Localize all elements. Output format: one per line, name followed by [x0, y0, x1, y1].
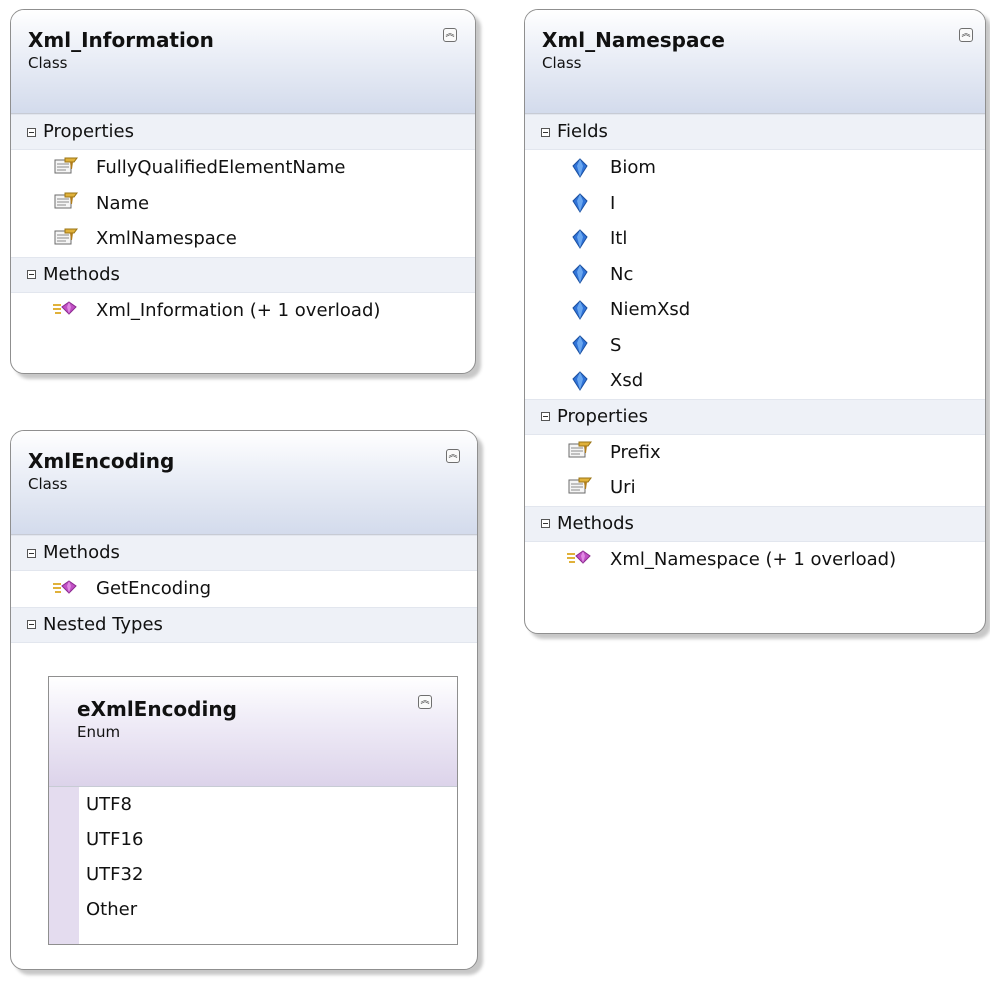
minus-box-icon[interactable]: [27, 548, 36, 558]
field-member[interactable]: I: [525, 186, 985, 222]
enum-value: UTF16: [86, 829, 144, 850]
property-member[interactable]: XmlNamespace: [11, 221, 475, 257]
class-header: Xml_Namespace Class ︽: [525, 10, 985, 114]
class-header: XmlEncoding Class ︽: [11, 431, 477, 535]
class-header: Xml_Information Class ︽: [11, 10, 475, 114]
member-label: Itl: [610, 228, 628, 250]
member-label: Xml_Information (+ 1 overload): [96, 299, 381, 321]
section-label: Fields: [557, 121, 608, 142]
section-fields[interactable]: Fields: [525, 114, 985, 150]
field-icon: [565, 192, 595, 214]
enum-stereotype: Enum: [77, 723, 121, 741]
class-box-xml-encoding[interactable]: XmlEncoding Class ︽ Methods GetEncoding …: [10, 430, 478, 970]
minus-box-icon[interactable]: [27, 620, 36, 629]
field-icon: [565, 228, 595, 250]
collapse-chevron-icon[interactable]: ︽: [446, 449, 460, 463]
member-label: I: [610, 192, 616, 214]
section-methods[interactable]: Methods: [11, 535, 477, 571]
class-box-xml-namespace[interactable]: Xml_Namespace Class ︽ Fields Biom I Itl Nc N…: [524, 9, 986, 634]
minus-box-icon[interactable]: [27, 270, 36, 279]
field-icon: [565, 370, 595, 392]
member-label: GetEncoding: [96, 578, 212, 600]
member-label: Name: [96, 192, 150, 214]
minus-box-icon[interactable]: [541, 127, 550, 137]
member-label: Prefix: [610, 441, 661, 463]
enum-value: UTF8: [86, 794, 132, 815]
class-name: XmlEncoding: [28, 449, 175, 473]
field-icon: [565, 334, 595, 356]
member-list: GetEncoding: [11, 571, 477, 607]
member-label: Xml_Namespace (+ 1 overload): [610, 548, 897, 570]
collapse-chevron-icon[interactable]: ︽: [959, 28, 973, 42]
member-list: Biom I Itl Nc NiemXsd S Xsd: [525, 150, 985, 399]
member-label: Nc: [610, 263, 634, 285]
method-icon: [51, 299, 81, 321]
member-label: FullyQualifiedElementName: [96, 157, 346, 179]
method-member[interactable]: Xml_Namespace (+ 1 overload): [525, 542, 985, 578]
section-methods[interactable]: Methods: [11, 256, 475, 293]
property-icon: [51, 157, 81, 179]
field-member[interactable]: Itl: [525, 221, 985, 257]
section-label: Properties: [43, 121, 134, 142]
section-label: Methods: [43, 263, 120, 285]
member-label: Uri: [610, 477, 636, 499]
enum-values: UTF8 UTF16 UTF32 Other: [49, 787, 457, 944]
field-member[interactable]: Nc: [525, 257, 985, 293]
property-member[interactable]: Name: [11, 186, 475, 222]
field-member[interactable]: S: [525, 328, 985, 364]
method-member[interactable]: GetEncoding: [11, 571, 477, 607]
field-member[interactable]: NiemXsd: [525, 292, 985, 328]
section-label: Methods: [43, 542, 120, 563]
class-stereotype: Class: [542, 54, 582, 72]
property-member[interactable]: FullyQualifiedElementName: [11, 150, 475, 186]
property-icon: [51, 192, 81, 214]
property-icon: [51, 228, 81, 250]
section-label: Properties: [557, 405, 648, 427]
class-name: Xml_Information: [28, 28, 214, 52]
class-name: Xml_Namespace: [542, 28, 725, 52]
field-member[interactable]: Xsd: [525, 363, 985, 399]
property-member[interactable]: Uri: [525, 470, 985, 506]
enum-box-exmlencoding[interactable]: eXmlEncoding Enum ︽ UTF8 UTF16 UTF32 Oth…: [48, 676, 458, 945]
section-label: Methods: [557, 512, 634, 534]
section-properties[interactable]: Properties: [525, 398, 985, 435]
member-list: Xml_Namespace (+ 1 overload): [525, 542, 985, 578]
member-list: Prefix Uri: [525, 435, 985, 506]
class-stereotype: Class: [28, 54, 68, 72]
enum-name: eXmlEncoding: [77, 697, 237, 721]
collapse-chevron-icon[interactable]: ︽: [418, 695, 432, 709]
property-member[interactable]: Prefix: [525, 435, 985, 471]
member-label: Biom: [610, 157, 656, 179]
section-label: Nested Types: [43, 613, 163, 635]
enum-header: eXmlEncoding Enum ︽: [49, 677, 457, 787]
minus-box-icon[interactable]: [541, 519, 550, 528]
property-icon: [565, 477, 595, 499]
field-member[interactable]: Biom: [525, 150, 985, 186]
collapse-chevron-icon[interactable]: ︽: [443, 28, 457, 42]
section-methods[interactable]: Methods: [525, 505, 985, 542]
member-list: Xml_Information (+ 1 overload): [11, 293, 475, 329]
member-label: S: [610, 334, 622, 356]
field-icon: [565, 263, 595, 285]
member-list: FullyQualifiedElementName Name XmlNamespac…: [11, 150, 475, 257]
member-label: NiemXsd: [610, 299, 691, 321]
enum-value: Other: [86, 899, 138, 920]
member-label: Xsd: [610, 370, 644, 392]
method-icon: [565, 548, 595, 570]
section-nested-types[interactable]: Nested Types: [11, 606, 477, 643]
member-label: XmlNamespace: [96, 228, 237, 250]
class-stereotype: Class: [28, 475, 68, 493]
property-icon: [565, 441, 595, 463]
minus-box-icon[interactable]: [27, 127, 36, 137]
class-box-xml-information[interactable]: Xml_Information Class ︽ Properties Fully…: [10, 9, 476, 374]
section-properties[interactable]: Properties: [11, 114, 475, 150]
field-icon: [565, 299, 595, 321]
field-icon: [565, 157, 595, 179]
method-icon: [51, 578, 81, 600]
minus-box-icon[interactable]: [541, 412, 550, 421]
enum-value: UTF32: [86, 864, 144, 885]
method-member[interactable]: Xml_Information (+ 1 overload): [11, 293, 475, 329]
